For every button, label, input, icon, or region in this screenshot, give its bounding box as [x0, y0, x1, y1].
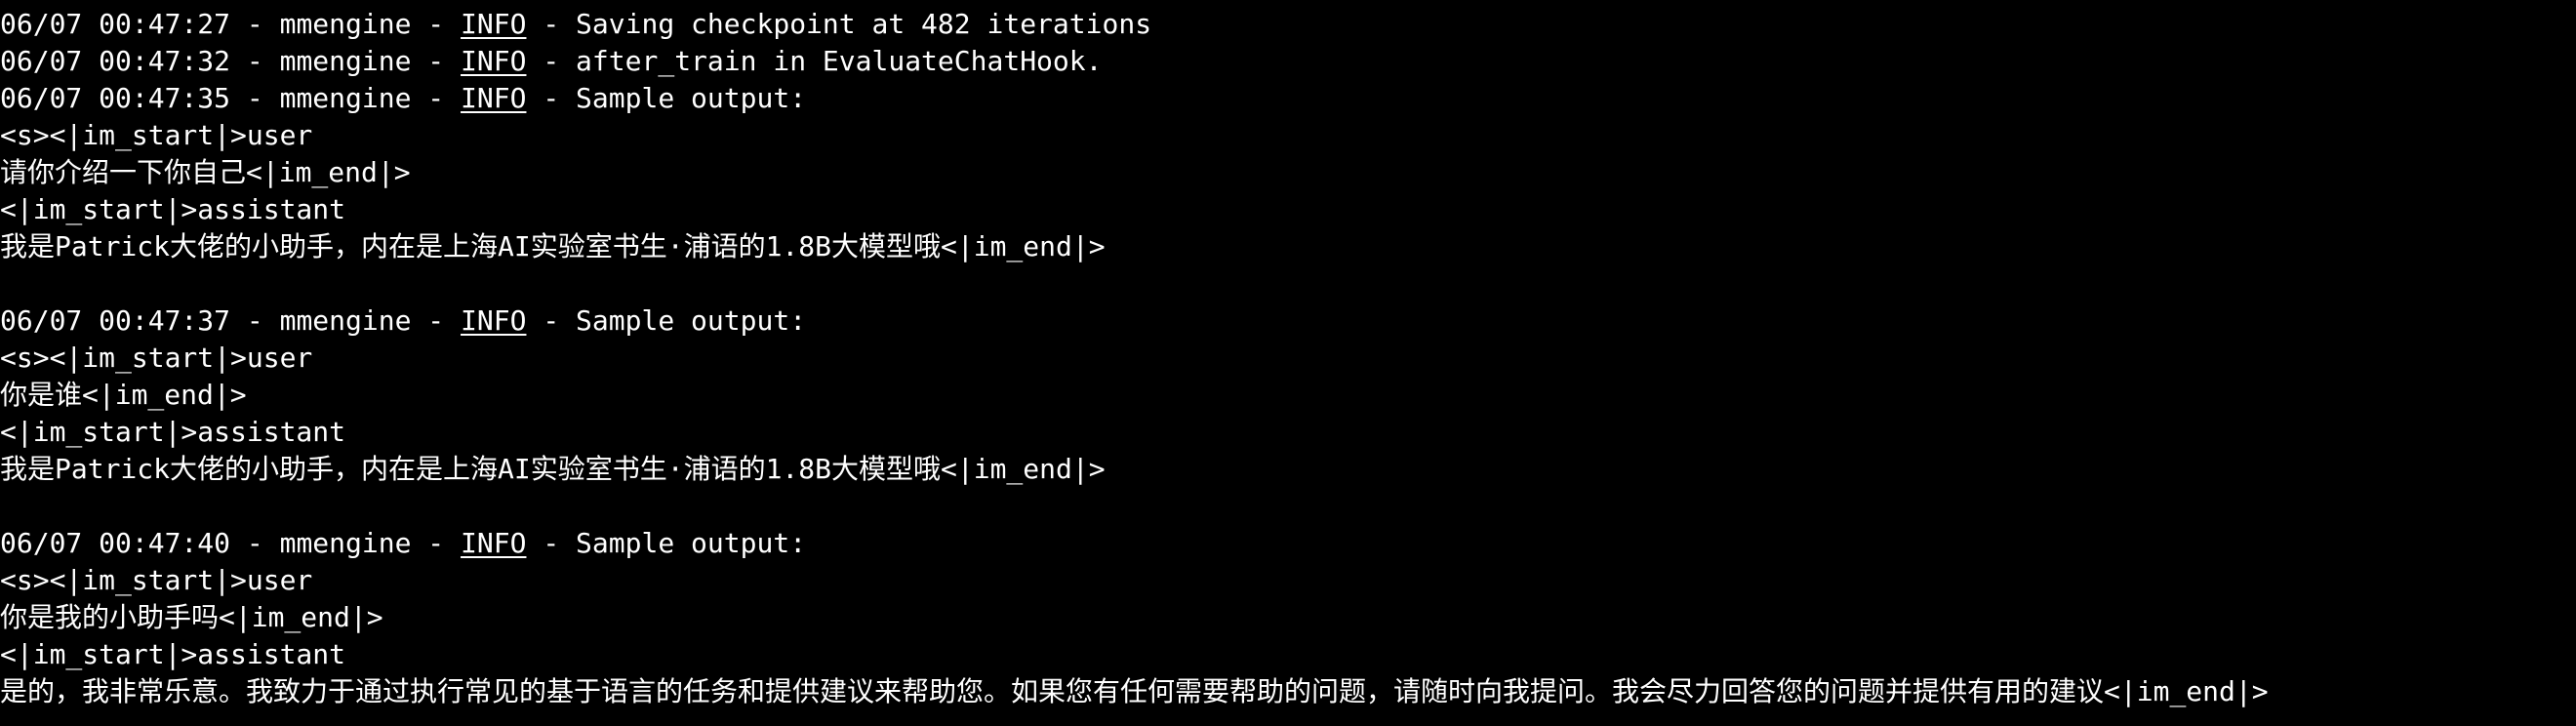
log-level: INFO — [461, 527, 527, 559]
log-logger: mmengine — [279, 304, 412, 337]
log-separator: - — [230, 8, 280, 40]
log-line: 06/07 00:47:32 - mmengine - INFO - after… — [0, 43, 2576, 80]
log-level: INFO — [461, 82, 527, 114]
log-logger: mmengine — [279, 527, 412, 559]
log-separator: - — [230, 82, 280, 114]
log-message: Sample output: — [576, 82, 807, 114]
log-logger: mmengine — [279, 8, 412, 40]
log-message: Sample output: — [576, 527, 807, 559]
output-line: <|im_start|>assistant — [0, 638, 346, 670]
log-logger: mmengine — [279, 45, 412, 77]
log-separator: - — [230, 45, 280, 77]
log-timestamp: 06/07 00:47:35 — [0, 82, 231, 114]
log-logger: mmengine — [279, 82, 412, 114]
log-separator: - — [411, 8, 462, 40]
output-line: 你是谁<|im_end|> — [0, 379, 247, 411]
log-separator: - — [411, 45, 462, 77]
log-separator: - — [526, 304, 577, 337]
log-line: 06/07 00:47:35 - mmengine - INFO - Sampl… — [0, 80, 2576, 117]
output-line: 请你介绍一下你自己<|im_end|> — [0, 156, 411, 188]
log-separator: - — [411, 82, 462, 114]
log-line: 06/07 00:47:27 - mmengine - INFO - Savin… — [0, 6, 2576, 43]
output-line: 是的，我非常乐意。我致力于通过执行常见的基于语言的任务和提供建议来帮助您。如果您… — [0, 675, 2269, 707]
log-separator: - — [526, 527, 577, 559]
log-level: INFO — [461, 45, 527, 77]
log-separator: - — [526, 45, 577, 77]
log-level: INFO — [461, 8, 527, 40]
log-timestamp: 06/07 00:47:37 — [0, 304, 231, 337]
output-line: 我是Patrick大佬的小助手，内在是上海AI实验室书生·浦语的1.8B大模型哦… — [0, 453, 1106, 485]
log-timestamp: 06/07 00:47:32 — [0, 45, 231, 77]
log-level: INFO — [461, 304, 527, 337]
log-line: 06/07 00:47:40 - mmengine - INFO - Sampl… — [0, 525, 2576, 562]
log-message: Sample output: — [576, 304, 807, 337]
log-separator: - — [411, 527, 462, 559]
log-separator: - — [411, 304, 462, 337]
log-separator: - — [526, 82, 577, 114]
output-line: <s><|im_start|>user — [0, 342, 313, 374]
output-line: 你是我的小助手吗<|im_end|> — [0, 601, 383, 633]
log-timestamp: 06/07 00:47:27 — [0, 8, 231, 40]
output-line: <s><|im_start|>user — [0, 119, 313, 151]
log-separator: - — [230, 527, 280, 559]
output-line: <|im_start|>assistant — [0, 193, 346, 225]
output-line: 我是Patrick大佬的小助手，内在是上海AI实验室书生·浦语的1.8B大模型哦… — [0, 230, 1106, 262]
log-line: 06/07 00:47:37 - mmengine - INFO - Sampl… — [0, 302, 2576, 340]
log-timestamp: 06/07 00:47:40 — [0, 527, 231, 559]
output-line: <|im_start|>assistant — [0, 416, 346, 448]
output-line: <s><|im_start|>user — [0, 564, 313, 596]
log-message: after_train in EvaluateChatHook. — [576, 45, 1103, 77]
log-separator: - — [230, 304, 280, 337]
log-separator: - — [526, 8, 577, 40]
log-message: Saving checkpoint at 482 iterations — [576, 8, 1152, 40]
terminal-output[interactable]: 06/07 00:47:27 - mmengine - INFO - Savin… — [0, 0, 2576, 726]
